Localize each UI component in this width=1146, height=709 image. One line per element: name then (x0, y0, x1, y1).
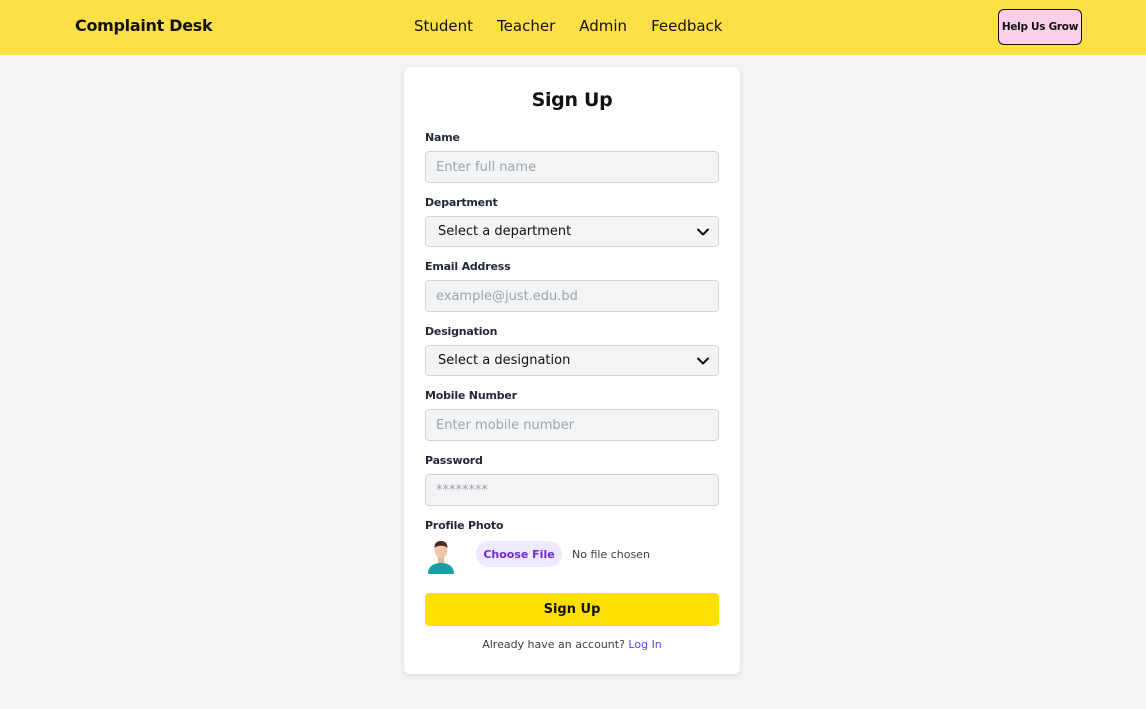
email-input[interactable] (425, 280, 719, 312)
designation-label: Designation (425, 325, 498, 338)
email-label: Email Address (425, 260, 511, 273)
login-link[interactable]: Log In (628, 638, 661, 651)
login-prompt: Already have an account? Log In (404, 638, 740, 651)
file-status-text: No file chosen (572, 548, 650, 561)
help-us-grow-button[interactable]: Help Us Grow (998, 9, 1082, 45)
brand-logo[interactable]: Complaint Desk (75, 16, 213, 35)
nav-link-student[interactable]: Student (414, 17, 473, 35)
mobile-input[interactable] (425, 409, 719, 441)
name-label: Name (425, 131, 460, 144)
form-title: Sign Up (531, 89, 613, 111)
nav-link-admin[interactable]: Admin (579, 17, 627, 35)
user-avatar-icon (428, 541, 454, 574)
mobile-label: Mobile Number (425, 389, 517, 402)
chevron-down-icon (697, 357, 709, 365)
designation-select[interactable]: Select a designation (425, 345, 719, 376)
nav-links: Student Teacher Admin Feedback (414, 17, 723, 35)
password-label: Password (425, 454, 483, 467)
chevron-down-icon (697, 228, 709, 236)
profile-photo-label: Profile Photo (425, 519, 504, 532)
navbar: Complaint Desk Student Teacher Admin Fee… (0, 0, 1146, 55)
choose-file-button[interactable]: Choose File (476, 541, 562, 567)
nav-link-teacher[interactable]: Teacher (497, 17, 555, 35)
department-select[interactable]: Select a department (425, 216, 719, 247)
signup-button[interactable]: Sign Up (425, 593, 719, 626)
password-input[interactable] (425, 474, 719, 506)
designation-selected: Select a designation (438, 353, 571, 368)
department-label: Department (425, 196, 498, 209)
login-prompt-text: Already have an account? (482, 638, 625, 651)
nav-link-feedback[interactable]: Feedback (651, 17, 722, 35)
department-selected: Select a department (438, 224, 572, 239)
signup-card: Sign Up Name Department Select a departm… (404, 67, 740, 674)
name-input[interactable] (425, 151, 719, 183)
